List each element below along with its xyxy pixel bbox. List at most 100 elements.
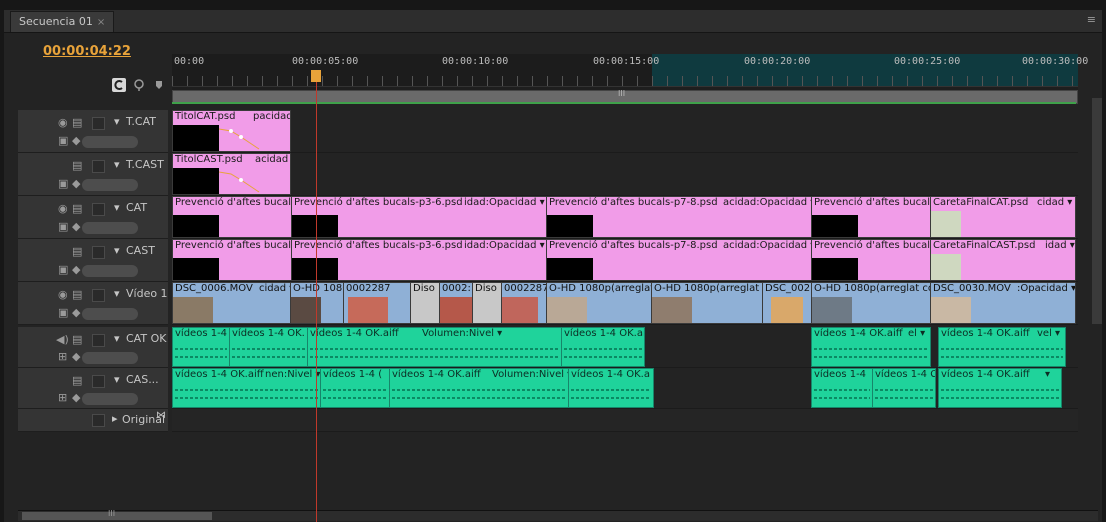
clip-0002287-c[interactable]: 0002287 — [501, 282, 547, 324]
clip-audio-a2-5[interactable]: vídeos 1-4 — [811, 368, 873, 408]
keyframe-icon[interactable]: ◆ — [72, 350, 80, 363]
sync-lock-icon[interactable]: ▤ — [72, 374, 82, 387]
sync-lock-icon[interactable]: ▤ — [72, 333, 82, 346]
sync-lock-icon[interactable]: ▤ — [72, 202, 82, 215]
display-style-icon[interactable]: ▣ — [58, 134, 68, 147]
collapse-icon[interactable]: ▾ — [114, 158, 120, 171]
clip-careta-cat[interactable]: CaretaFinalCAT.psd cidad ▾ — [930, 196, 1076, 238]
clip-cat-2[interactable]: Prevenció d'aftes bucals-p3-6.psd idad:O… — [291, 196, 547, 238]
collapse-icon[interactable]: ▾ — [114, 287, 120, 300]
clip-dsc-002[interactable]: DSC_002 — [762, 282, 812, 324]
clip-cat-4[interactable]: Prevenció d'aftes bucals — [811, 196, 931, 238]
keyframe-nav[interactable] — [82, 222, 138, 234]
display-style-icon[interactable]: ▣ — [58, 220, 68, 233]
transition-dissolve-1[interactable]: Diso — [410, 282, 440, 324]
clip-ohd-4[interactable]: O-HD 1080p(arreglat co — [811, 282, 931, 324]
keyframe-nav[interactable] — [82, 179, 138, 191]
keyframe-nav[interactable] — [82, 308, 138, 320]
transition-dissolve-2[interactable]: Diso — [472, 282, 502, 324]
clip-audio-a2-2[interactable]: vídeos 1-4 ( — [320, 368, 390, 408]
display-style-icon[interactable]: ▣ — [58, 306, 68, 319]
keyframe-icon[interactable]: ◆ — [72, 306, 80, 319]
clip-audio-a2-4[interactable]: vídeos 1-4 OK.a — [568, 368, 654, 408]
keyframe-icon[interactable]: ◆ — [72, 220, 80, 233]
collapse-icon[interactable]: ▾ — [114, 244, 120, 257]
clip-ohd-1[interactable]: O-HD 1080p(a — [290, 282, 344, 324]
keyframe-nav[interactable] — [82, 352, 138, 364]
track-target-toggle[interactable] — [92, 246, 105, 259]
snap-icon[interactable] — [112, 78, 126, 92]
clip-careta-cast[interactable]: CaretaFinalCAST.psd idad ▾ — [930, 239, 1076, 281]
panel-menu-icon[interactable]: ≡ — [1087, 13, 1096, 26]
clip-audio-a1-1[interactable]: vídeos 1-4 — [172, 327, 230, 367]
horizontal-scrollbar[interactable]: III — [18, 509, 1098, 521]
clip-ohd-2[interactable]: O-HD 1080p(arreglat — [546, 282, 652, 324]
keyframe-icon[interactable]: ◆ — [72, 134, 80, 147]
eye-icon[interactable]: ◉ — [58, 116, 68, 129]
track-target-toggle[interactable] — [92, 289, 105, 302]
tab-sequence[interactable]: Secuencia 01 × — [10, 11, 115, 32]
vertical-scrollbar[interactable] — [1092, 98, 1102, 324]
clip-audio-a1-5[interactable]: vídeos 1-4 OK.aiff el ▾ — [811, 327, 931, 367]
submix-icon[interactable]: ⋈ — [156, 410, 166, 421]
display-style-icon[interactable]: ▣ — [58, 177, 68, 190]
clip-ohd-3[interactable]: O-HD 1080p(arreglat c — [651, 282, 763, 324]
clip-audio-a1-6[interactable]: vídeos 1-4 OK.aiff vel ▾ — [938, 327, 1066, 367]
track-target-toggle[interactable] — [92, 160, 105, 173]
display-style-icon[interactable]: ▣ — [58, 263, 68, 276]
clip-audio-a1-2[interactable]: vídeos 1-4 OK. — [229, 327, 308, 367]
collapse-icon[interactable]: ▾ — [114, 373, 120, 386]
clip-cast-4[interactable]: Prevenció d'aftes bucals — [811, 239, 931, 281]
keyframe-nav[interactable] — [82, 393, 138, 405]
sync-lock-icon[interactable]: ▤ — [72, 159, 82, 172]
sync-lock-icon[interactable]: ▤ — [72, 288, 82, 301]
track-target-toggle[interactable] — [92, 334, 105, 347]
clip-cast-3[interactable]: Prevenció d'aftes bucals-p7-8.psd acidad… — [546, 239, 812, 281]
clip-audio-a2-7[interactable]: vídeos 1-4 OK.aiff ▾ — [938, 368, 1062, 408]
keyframe-icon[interactable]: ◆ — [72, 391, 80, 404]
keyframe-nav[interactable] — [82, 136, 138, 148]
clip-cat-3[interactable]: Prevenció d'aftes bucals-p7-8.psd acidad… — [546, 196, 812, 238]
clip-audio-a1-3[interactable]: vídeos 1-4 OK.aiff Volumen:Nivel ▾ — [307, 327, 562, 367]
time-ruler[interactable]: 00:00 00:00:05:00 00:00:10:00 00:00:15:0… — [172, 54, 1088, 104]
clip-audio-a2-3[interactable]: vídeos 1-4 OK.aiff Volumen:Nivel ▾ — [389, 368, 569, 408]
clip-0002-b[interactable]: 0002: — [439, 282, 473, 324]
waveform — [175, 356, 227, 358]
clip-cast-2[interactable]: Prevenció d'aftes bucals-p3-6.psd idad:O… — [291, 239, 547, 281]
track-target-toggle[interactable] — [92, 203, 105, 216]
collapse-icon[interactable]: ▾ — [114, 115, 120, 128]
collapse-icon[interactable]: ▾ — [114, 201, 120, 214]
keyframe-icon[interactable]: ◆ — [72, 177, 80, 190]
clip-audio-a2-1[interactable]: vídeos 1-4 OK.aiff nen:Nivel ▾ — [172, 368, 321, 408]
clip-dsc-0030[interactable]: DSC_0030.MOV :Opacidad ▾ — [930, 282, 1076, 324]
clip-audio-a1-4[interactable]: vídeos 1-4 OK.ai — [561, 327, 645, 367]
keyframe-icon[interactable]: ◆ — [72, 263, 80, 276]
close-icon[interactable]: × — [97, 17, 105, 28]
clip-cat-1[interactable]: Prevenció d'aftes bucals — [172, 196, 292, 238]
eye-icon[interactable]: ◉ — [58, 288, 68, 301]
keyframe-nav[interactable] — [82, 265, 138, 277]
speaker-icon[interactable]: ◀) — [56, 333, 69, 346]
clip-audio-a2-6[interactable]: vídeos 1-4 C — [872, 368, 936, 408]
track-target-toggle[interactable] — [92, 375, 105, 388]
marker-icon[interactable] — [152, 78, 166, 92]
scroll-thumb[interactable]: III — [22, 509, 212, 520]
collapse-icon[interactable]: ▾ — [114, 332, 120, 345]
track-target-toggle[interactable] — [92, 117, 105, 130]
sync-lock-icon[interactable]: ▤ — [72, 245, 82, 258]
playhead-timecode[interactable]: 00:00:04:22 — [43, 44, 131, 59]
waveform-icon[interactable]: ⊞ — [58, 391, 67, 404]
clip-0002287-a[interactable]: 0002287 — [343, 282, 411, 324]
track-target-toggle[interactable] — [92, 414, 105, 427]
waveform — [875, 397, 933, 399]
waveform-icon[interactable]: ⊞ — [58, 350, 67, 363]
eye-icon[interactable]: ◉ — [58, 202, 68, 215]
clip-cast-1[interactable]: Prevenció d'aftes bucals — [172, 239, 292, 281]
clip-titol-cast[interactable]: TitolCAST.psd acidad ▾ — [172, 153, 291, 195]
expand-icon[interactable]: ▸ — [112, 412, 118, 425]
clip-titol-cat[interactable]: TitolCAT.psd pacidad ▾ — [172, 110, 291, 152]
playhead-handle[interactable] — [311, 70, 321, 82]
clip-dsc-0006[interactable]: DSC_0006.MOV cidad ▾ — [172, 282, 291, 324]
add-marker-icon[interactable] — [132, 78, 146, 92]
sync-lock-icon[interactable]: ▤ — [72, 116, 82, 129]
